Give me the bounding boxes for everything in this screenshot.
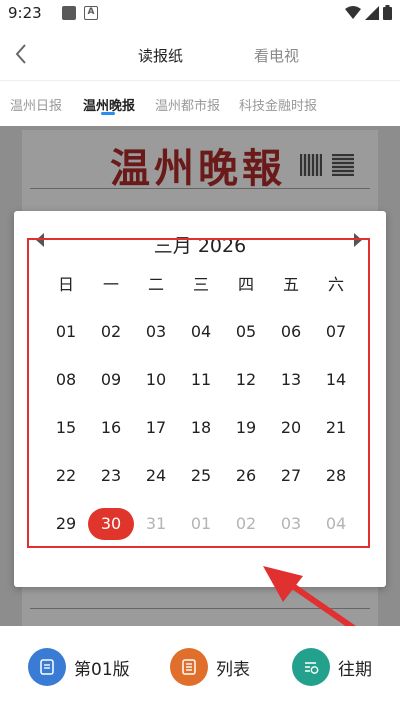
status-icons: [345, 5, 392, 20]
bottom-action-bar: 第01版 列表 往期: [0, 626, 400, 710]
newspaper-rule: [30, 188, 370, 189]
qr-code-icon: [300, 154, 322, 176]
qr-code-icon: [332, 154, 354, 176]
notification-icon: [62, 6, 76, 20]
newspaper-masthead: 温州晚報: [110, 145, 286, 192]
page-icon: [28, 648, 66, 686]
history-label: 往期: [338, 659, 372, 680]
battery-icon: [383, 5, 392, 20]
back-arrow-icon[interactable]: [10, 42, 34, 66]
tab-wenzhou-metro[interactable]: 温州都市报: [155, 95, 220, 114]
active-tab-indicator: [101, 112, 115, 115]
page-select-button[interactable]: 第01版: [28, 648, 130, 686]
tab-wenzhou-daily[interactable]: 温州日报: [10, 95, 62, 114]
newspaper-tabs: 温州日报 温州晚报 温州都市报 科技金融时报: [0, 81, 400, 125]
wifi-icon: [345, 5, 361, 19]
list-button[interactable]: 列表: [170, 648, 250, 686]
signal-icon: [365, 5, 379, 20]
tab-tech-finance[interactable]: 科技金融时报: [239, 95, 317, 114]
history-button[interactable]: 往期: [292, 648, 372, 686]
status-time: 9:23: [8, 4, 42, 22]
list-label: 列表: [216, 659, 250, 680]
annotation-highlight-box: [27, 238, 370, 548]
page-select-label: 第01版: [74, 659, 130, 680]
status-bar: 9:23 A: [0, 0, 400, 28]
top-header: 读报纸 看电视: [0, 28, 400, 80]
list-icon: [170, 648, 208, 686]
tab-read-newspaper[interactable]: 读报纸: [138, 45, 183, 66]
tab-watch-tv[interactable]: 看电视: [254, 45, 299, 66]
history-icon: [292, 648, 330, 686]
a-notification-icon: A: [84, 6, 98, 20]
